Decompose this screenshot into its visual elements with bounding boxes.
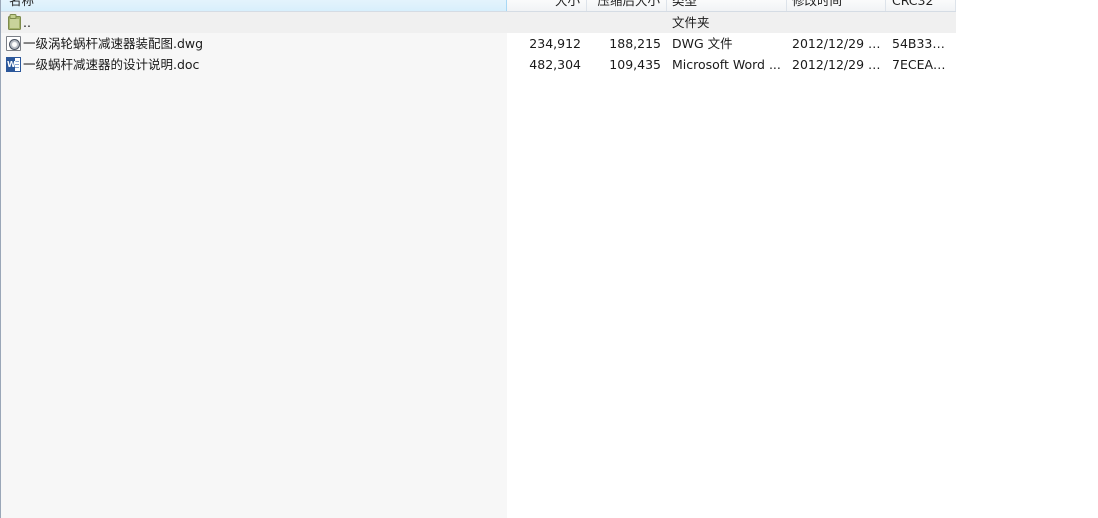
- parent-folder-type: 文件夹: [672, 15, 710, 30]
- file-modified: 2012/12/29 1...: [792, 57, 884, 72]
- file-name: 一级蜗杆减速器的设计说明.doc: [23, 57, 200, 72]
- doc-lines-decoration: [15, 61, 19, 69]
- file-row[interactable]: 一级蜗杆减速器的设计说明.doc 482,304 109,435 Microso…: [1, 54, 956, 75]
- file-name: 一级涡轮蜗杆减速器装配图.dwg: [23, 36, 204, 51]
- column-header-type[interactable]: 类型: [667, 0, 787, 11]
- list-left-border: [0, 0, 1, 518]
- parent-folder-row[interactable]: .. 文件夹: [1, 12, 956, 33]
- file-type: DWG 文件: [672, 36, 733, 51]
- file-packed-size: 109,435: [609, 57, 661, 72]
- file-crc32: 54B33E...: [892, 36, 950, 51]
- file-packed-size: 188,215: [609, 36, 661, 51]
- column-header-crc32[interactable]: CRC32: [886, 0, 956, 11]
- word-doc-icon: [6, 57, 21, 72]
- folder-up-icon: [8, 14, 21, 30]
- file-modified: 2012/12/29 1...: [792, 36, 884, 51]
- file-type: Microsoft Word ...: [672, 57, 781, 72]
- parent-folder-label: ..: [23, 15, 31, 30]
- file-row[interactable]: 一级涡轮蜗杆减速器装配图.dwg 234,912 188,215 DWG 文件 …: [1, 33, 956, 54]
- column-header-bar: 名称 大小 压缩后大小 类型 修改时间 CRC32: [1, 0, 956, 12]
- file-crc32: 7ECEA9...: [892, 57, 950, 72]
- column-header-name[interactable]: 名称: [1, 0, 507, 11]
- name-column-background: [1, 0, 507, 518]
- file-size: 234,912: [529, 36, 581, 51]
- archive-file-list: 名称 大小 压缩后大小 类型 修改时间 CRC32 .. 文件夹 一级涡轮蜗杆减…: [0, 0, 1098, 518]
- dwg-file-icon: [6, 36, 21, 51]
- file-rows: .. 文件夹 一级涡轮蜗杆减速器装配图.dwg 234,912 188,215 …: [1, 12, 956, 75]
- column-header-size[interactable]: 大小: [507, 0, 587, 11]
- column-header-packed-size[interactable]: 压缩后大小: [587, 0, 667, 11]
- file-size: 482,304: [529, 57, 581, 72]
- column-header-modified[interactable]: 修改时间: [787, 0, 886, 11]
